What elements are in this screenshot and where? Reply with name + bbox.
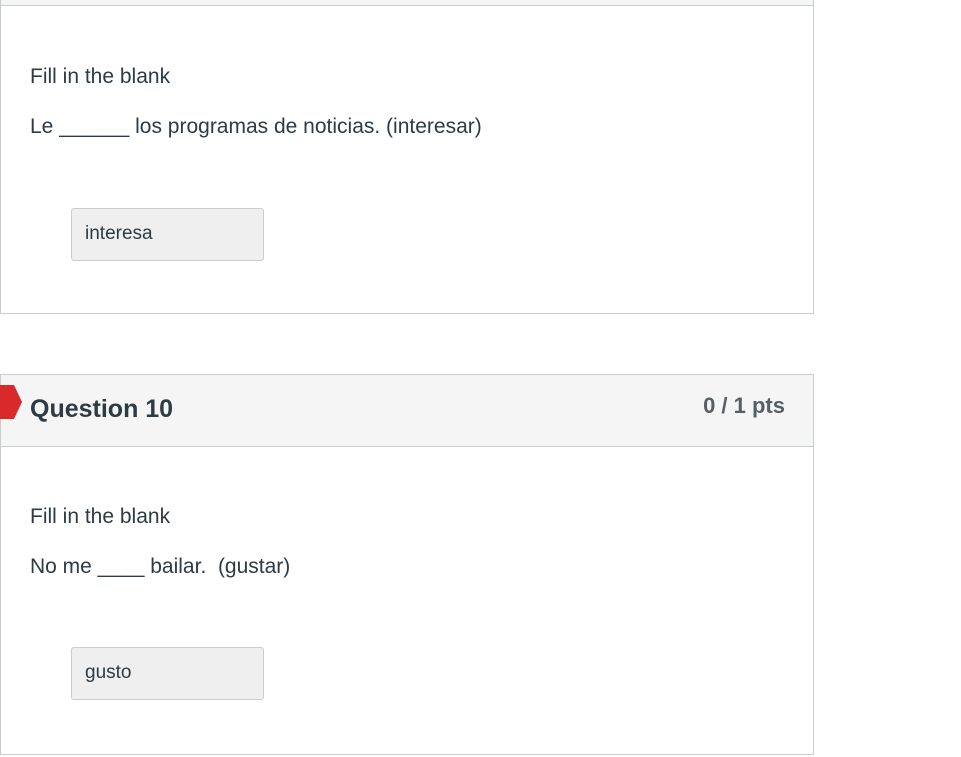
question-points: 0 / 1 pts <box>703 393 785 418</box>
question-card-previous: Fill in the blank Le ______ los programa… <box>0 0 814 314</box>
question-title: Question 10 <box>30 395 174 423</box>
answer-field: gusto <box>71 647 264 700</box>
question-card-10: Question 10 0 / 1 pts Fill in the blank … <box>0 374 814 755</box>
question-instruction: Fill in the blank <box>30 505 171 528</box>
quiz-results-page: Fill in the blank Le ______ los programa… <box>0 0 961 757</box>
question-instruction: Fill in the blank <box>30 65 171 88</box>
question-prompt: No me ____ bailar. (gustar) <box>30 555 291 578</box>
question-header: Question 10 0 / 1 pts <box>0 375 813 447</box>
incorrect-answer-flag-icon <box>0 385 22 419</box>
answer-field: interesa <box>71 208 264 261</box>
question-prompt: Le ______ los programas de noticias. (in… <box>30 115 482 138</box>
question-header <box>1 0 813 6</box>
